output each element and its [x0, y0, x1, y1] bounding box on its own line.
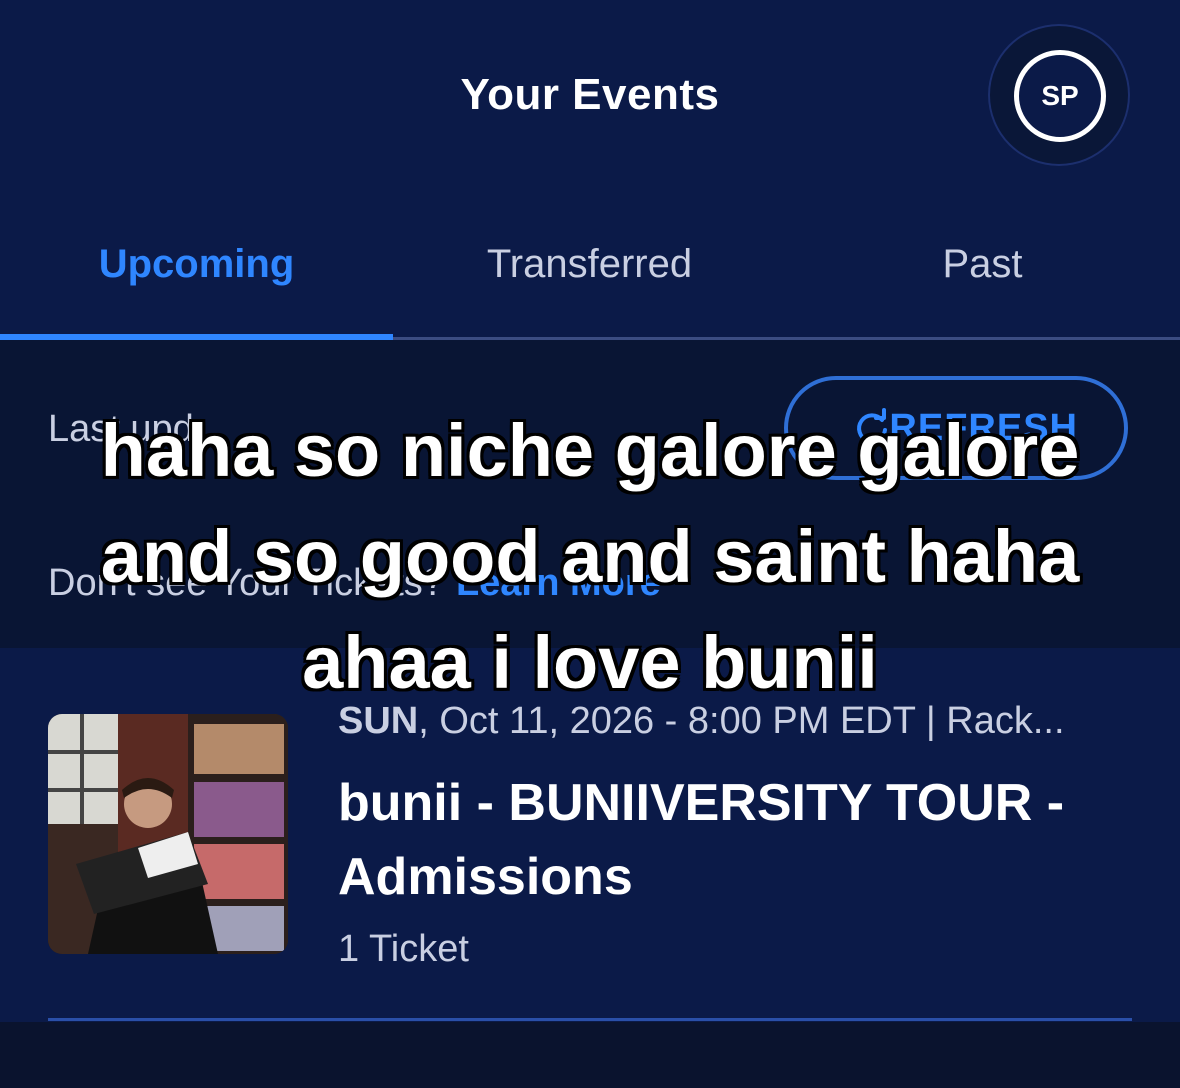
- event-photo[interactable]: [48, 714, 288, 954]
- event-tabs: Upcoming Transferred Past: [0, 200, 1180, 340]
- tab-past[interactable]: Past: [786, 242, 1179, 287]
- bottom-strip: [0, 1022, 1180, 1088]
- tab-transferred[interactable]: Transferred: [393, 242, 786, 287]
- event-photo-art: [48, 714, 288, 954]
- app-header: Your Events SP: [0, 0, 1180, 200]
- event-title[interactable]: bunii - BUNIIVERSITY TOUR - Admissions: [338, 766, 1138, 914]
- divider: [48, 1018, 1132, 1021]
- ticket-count: 1 Ticket: [338, 928, 469, 970]
- overlay-caption: haha so niche galore galore and so good …: [100, 409, 1080, 704]
- avatar[interactable]: SP: [1014, 50, 1106, 142]
- tab-upcoming[interactable]: Upcoming: [0, 242, 393, 287]
